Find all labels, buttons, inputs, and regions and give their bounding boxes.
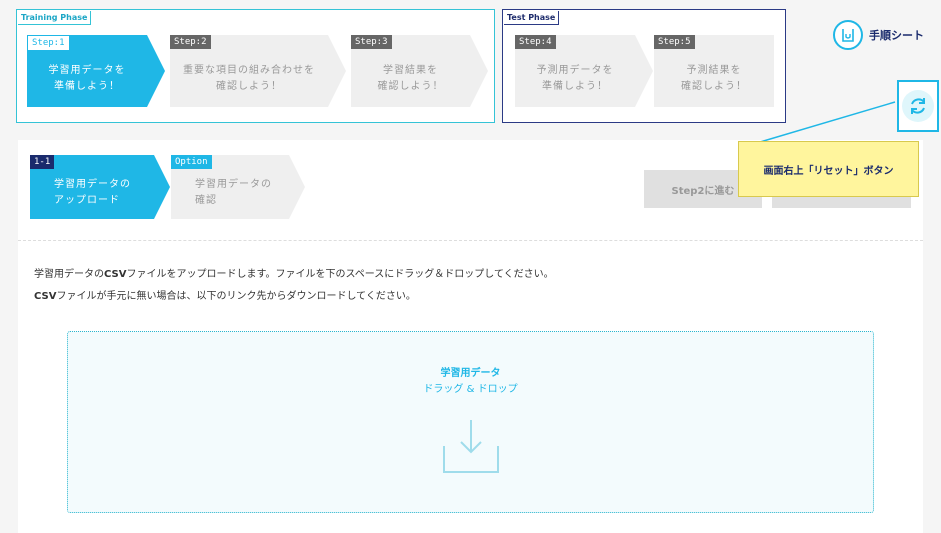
step-4[interactable]: Step:4 予測用データを 準備しよう！	[515, 35, 653, 107]
step-1-tag: Step:1	[27, 35, 70, 51]
step-3[interactable]: Step:3 学習結果を確認しよう！	[351, 35, 488, 107]
step-2-line1: 重要な項目の組み合わせを	[183, 65, 315, 76]
manual-sheet-label: 手順シート	[869, 29, 924, 42]
substep-option-line1: 学習用データの	[195, 179, 272, 190]
dropzone-title: 学習用データ	[440, 368, 501, 379]
step-4-tag: Step:4	[515, 35, 556, 49]
step-3-tag: Step:3	[351, 35, 392, 49]
step-1-line1: 学習用データを	[48, 65, 126, 76]
substep-option-tag: Option	[171, 155, 212, 169]
main-panel: 1-1 学習用データの アップロード Option 学習用データの 確認 Step2…	[18, 140, 923, 533]
reset-callout: 画面右上「リセット」ボタン	[738, 141, 919, 197]
callout-connector	[759, 101, 896, 143]
step-4-line1: 予測用データを	[536, 65, 614, 76]
step-5-line2: 確認しよう！	[681, 81, 747, 92]
description-line-1: 学習用データのCSVファイルをアップロードします。ファイルを下のスペースにドラッ…	[34, 269, 554, 280]
description-line-2: CSVファイルが手元に無い場合は、以下のリンク先からダウンロードしてください。	[34, 291, 416, 302]
substep-option[interactable]: Option 学習用データの 確認	[171, 155, 305, 219]
step-4-line2: 準備しよう！	[542, 81, 608, 92]
step-2[interactable]: Step:2 重要な項目の組み合わせを 確認しよう！	[170, 35, 346, 107]
manual-sheet-button[interactable]: 手順シート	[833, 20, 924, 50]
dropzone-subtitle: ドラッグ & ドロップ	[423, 384, 518, 395]
manual-sheet-icon	[833, 20, 863, 50]
csv-dropzone[interactable]: 学習用データ ドラッグ & ドロップ	[67, 331, 874, 513]
step-2-line2: 確認しよう！	[216, 81, 282, 92]
description: 学習用データのCSVファイルをアップロードします。ファイルを下のスペースにドラッ…	[34, 264, 554, 308]
substep-1-1-line1: 学習用データの	[54, 179, 131, 190]
step-5-tag: Step:5	[654, 35, 695, 49]
substep-1-1[interactable]: 1-1 学習用データの アップロード	[30, 155, 170, 219]
step-3-line2: 確認しよう！	[377, 81, 444, 92]
substep-1-1-line2: アップロード	[54, 195, 120, 206]
step-2-tag: Step:2	[170, 35, 211, 49]
step-1-line2: 準備しよう！	[54, 81, 120, 92]
download-tray-icon	[443, 420, 499, 473]
step-1[interactable]: Step:1 学習用データを 準備しよう！	[27, 35, 165, 107]
step-5-line1: 予測結果を	[686, 65, 742, 76]
substep-option-line2: 確認	[195, 195, 217, 206]
divider	[18, 240, 923, 241]
training-phase-label: Training Phase	[18, 11, 92, 25]
substep-1-1-tag: 1-1	[30, 155, 54, 169]
step-5[interactable]: Step:5 予測結果を確認しよう！	[654, 35, 774, 107]
test-phase-label: Test Phase	[504, 11, 560, 25]
step-3-line1: 学習結果を	[383, 65, 438, 76]
